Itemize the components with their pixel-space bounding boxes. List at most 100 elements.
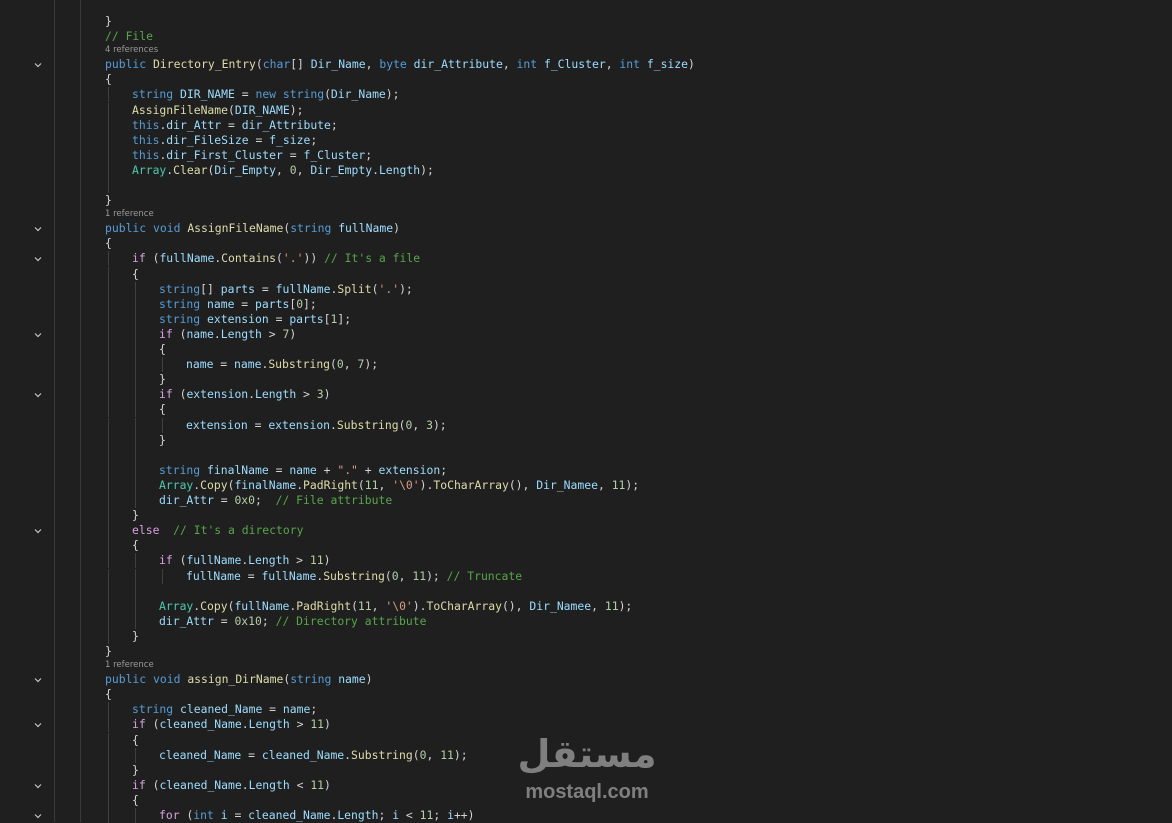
code-line[interactable]: fullName = fullName.Substring(0, 11); //…	[186, 569, 522, 584]
code-token: ).	[419, 477, 434, 492]
fold-chevron-icon[interactable]	[33, 526, 43, 536]
code-token: AssignFileName	[132, 102, 229, 117]
gutter-margin-line	[54, 0, 55, 822]
code-line[interactable]: }	[105, 193, 112, 208]
code-token: Directory_Entry	[153, 57, 256, 72]
code-line[interactable]: {	[105, 687, 112, 702]
code-line[interactable]: string[] parts = fullName.Split('.');	[159, 282, 413, 297]
code-line[interactable]: }	[105, 14, 112, 29]
code-line[interactable]: dir_Attr = 0x0; // File attribute	[159, 493, 392, 508]
indent-guide	[108, 493, 109, 509]
code-token: // Directory attribute	[275, 613, 427, 628]
indent-guide	[135, 417, 136, 433]
code-line[interactable]: if (name.Length > 7)	[159, 327, 296, 342]
code-token: 11	[310, 777, 325, 792]
code-token: Length	[248, 553, 290, 568]
code-token: );	[289, 102, 304, 117]
code-line[interactable]: name = name.Substring(0, 7);	[186, 357, 378, 372]
code-line[interactable]: if (fullName.Contains('.')) // It's a fi…	[132, 251, 420, 266]
code-token: '\0'	[385, 598, 413, 613]
code-token: Substring	[351, 747, 413, 762]
editor-gutter	[0, 0, 81, 822]
code-line[interactable]: for (int i = cleaned_Name.Length; i < 11…	[159, 808, 475, 823]
codelens-reference-count[interactable]: 4 references	[105, 45, 158, 56]
code-token: f_size	[269, 132, 311, 147]
code-line[interactable]: this.dir_First_Cluster = f_Cluster;	[132, 148, 372, 163]
fold-chevron-icon[interactable]	[33, 720, 43, 730]
indent-guide	[135, 477, 136, 493]
code-line[interactable]: {	[105, 72, 112, 87]
code-token: .	[241, 777, 249, 792]
code-editor[interactable]: }// File 4 references public Directory_Ent…	[0, 0, 1172, 823]
code-token: Dir_Empty	[310, 162, 373, 177]
code-token: {	[132, 538, 139, 553]
code-token: }	[105, 193, 112, 208]
code-line[interactable]: dir_Attr = 0x10; // Directory attribute	[159, 614, 426, 629]
fold-chevron-icon[interactable]	[33, 811, 43, 821]
indent-guide	[108, 762, 109, 778]
code-line[interactable]: string finalName = name + "." + extensio…	[159, 463, 447, 478]
code-line[interactable]: {	[159, 402, 166, 417]
code-line[interactable]: cleaned_Name = cleaned_Name.Substring(0,…	[159, 748, 468, 763]
code-line[interactable]: // File	[105, 29, 153, 44]
indent-guide	[135, 462, 136, 478]
code-line[interactable]: public void assign_DirName(string name)	[105, 672, 373, 687]
code-line[interactable]: {	[132, 793, 139, 808]
code-token: =	[268, 311, 290, 326]
code-line[interactable]: }	[132, 763, 139, 778]
code-line[interactable]: }	[159, 433, 166, 448]
fold-chevron-icon[interactable]	[33, 254, 43, 264]
code-line[interactable]: if (cleaned_Name.Length > 11)	[132, 717, 331, 732]
code-line[interactable]: }	[159, 372, 166, 387]
codelens-reference-count[interactable]: 1 reference	[105, 209, 154, 220]
code-line[interactable]: if (cleaned_Name.Length < 11)	[132, 778, 331, 793]
code-token: dir_Attr	[166, 117, 222, 132]
code-line[interactable]: string cleaned_Name = name;	[132, 702, 317, 717]
code-token: {	[105, 72, 112, 87]
code-line[interactable]: if (fullName.Length > 11)	[159, 553, 330, 568]
code-line[interactable]: else // It's a directory	[132, 523, 303, 538]
code-line[interactable]: string extension = parts[1];	[159, 312, 351, 327]
code-token: {	[105, 236, 112, 251]
code-line[interactable]: public Directory_Entry(char[] Dir_Name, …	[105, 57, 695, 72]
fold-chevron-icon[interactable]	[33, 781, 43, 791]
code-line[interactable]: {	[132, 733, 139, 748]
code-line[interactable]: extension = extension.Substring(0, 3);	[186, 418, 447, 433]
fold-chevron-icon[interactable]	[33, 675, 43, 685]
fold-chevron-icon[interactable]	[33, 224, 43, 234]
code-line[interactable]: Array.Clear(Dir_Empty, 0, Dir_Empty.Leng…	[132, 163, 434, 178]
code-token: {	[159, 402, 166, 417]
code-line[interactable]: AssignFileName(DIR_NAME);	[132, 103, 303, 118]
codelens-reference-count[interactable]: 1 reference	[105, 660, 154, 671]
code-line[interactable]: {	[132, 538, 139, 553]
code-line[interactable]: {	[105, 236, 112, 251]
code-token: Clear	[173, 162, 208, 177]
code-line[interactable]: public void AssignFileName(string fullNa…	[105, 221, 400, 236]
code-line[interactable]: this.dir_FileSize = f_size;	[132, 133, 317, 148]
fold-chevron-icon[interactable]	[33, 390, 43, 400]
code-token: 3	[316, 387, 324, 402]
code-line[interactable]: string DIR_NAME = new string(Dir_Name);	[132, 87, 400, 102]
fold-chevron-icon[interactable]	[33, 60, 43, 70]
code-token: f_Cluster	[303, 147, 366, 162]
indent-guide	[135, 311, 136, 327]
code-line[interactable]: }	[105, 644, 112, 659]
code-line[interactable]: }	[132, 508, 139, 523]
code-line[interactable]: string name = parts[0];	[159, 297, 317, 312]
code-line[interactable]: {	[132, 267, 139, 282]
indent-guide	[108, 613, 109, 629]
fold-chevron-icon[interactable]	[33, 330, 43, 340]
indent-guide	[108, 266, 109, 282]
code-line[interactable]: Array.Copy(finalName.PadRight(11, '\0').…	[159, 478, 639, 493]
code-token: string	[159, 281, 201, 296]
code-token: ,	[502, 57, 517, 72]
code-token: +	[316, 462, 338, 477]
code-line[interactable]: }	[132, 629, 139, 644]
code-line[interactable]: Array.Copy(fullName.PadRight(11, '\0').T…	[159, 599, 632, 614]
code-token: string	[159, 296, 208, 311]
code-token: .	[248, 387, 256, 402]
code-line[interactable]: this.dir_Attr = dir_Attribute;	[132, 118, 338, 133]
code-line[interactable]: {	[159, 342, 166, 357]
code-token: Dir_Empty	[214, 162, 277, 177]
code-line[interactable]: if (extension.Length > 3)	[159, 387, 330, 402]
